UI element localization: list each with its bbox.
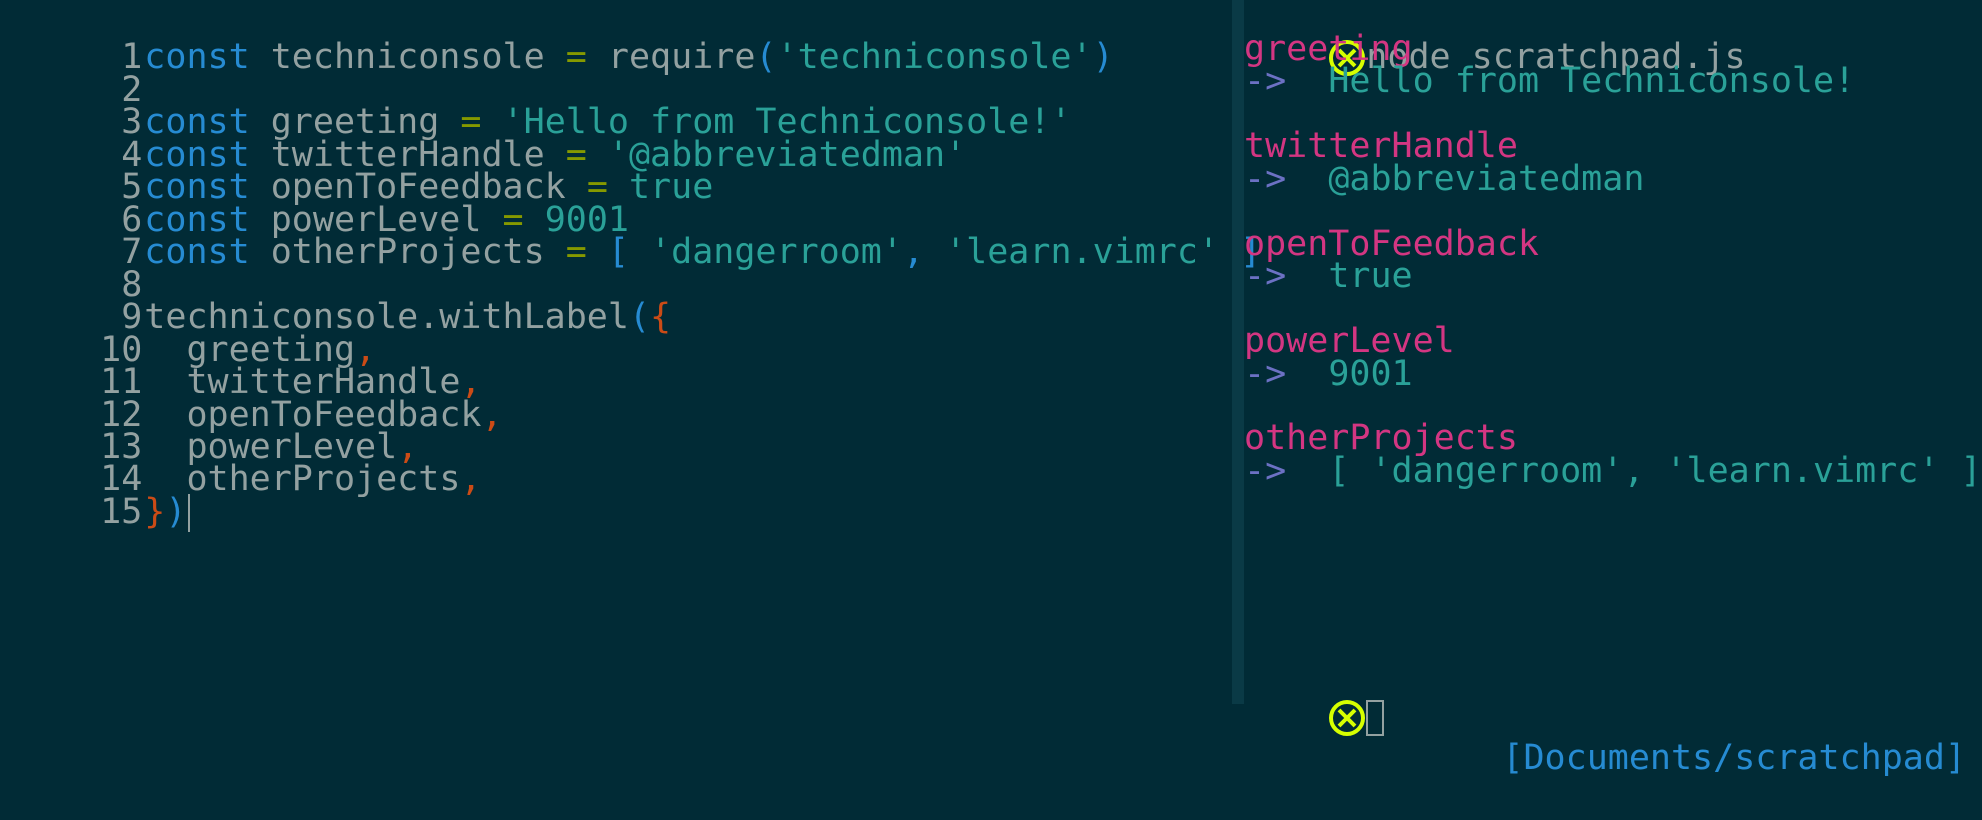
code-line[interactable]: 15}) xyxy=(0,451,191,532)
paren: ) xyxy=(1092,37,1114,77)
prompt-line[interactable]: [Documents/scratchpad] xyxy=(1244,656,1982,778)
pane-divider[interactable] xyxy=(1232,0,1244,704)
output-value-line: -> [ 'dangerroom', 'learn.vimrc' ] xyxy=(1244,451,1982,492)
object-key: otherProjects xyxy=(186,459,461,499)
arrow: -> xyxy=(1244,451,1287,491)
x-circle-icon xyxy=(1329,700,1366,736)
paren: ) xyxy=(165,492,187,532)
output-value: Hello from Techniconsole! xyxy=(1328,61,1856,101)
string-literal: 'learn.vimrc' xyxy=(945,232,1220,272)
terminal-pane[interactable]: node scratchpad.js greeting -> Hello fro… xyxy=(1244,0,1982,778)
paren: ( xyxy=(628,297,651,337)
code-line[interactable]: 1const techniconsole = require('technico… xyxy=(0,0,1113,77)
code-line[interactable]: 7const otherProjects = [ 'dangerroom', '… xyxy=(0,191,1261,272)
arrow: -> xyxy=(1244,256,1287,296)
arrow: -> xyxy=(1244,61,1287,101)
output-value: @abbreviatedman xyxy=(1328,159,1645,199)
brace: { xyxy=(650,297,672,337)
text-cursor xyxy=(188,494,191,532)
output-value: 9001 xyxy=(1328,354,1413,394)
arrow: -> xyxy=(1244,354,1287,394)
output-value: [ 'dangerroom', 'learn.vimrc' ] xyxy=(1328,451,1982,491)
output-value-line: -> 9001 xyxy=(1244,354,1413,395)
output-value-line: -> @abbreviatedman xyxy=(1244,159,1644,200)
output-value-line: -> true xyxy=(1244,256,1413,297)
string-literal: 'dangerroom' xyxy=(650,232,903,272)
brace: } xyxy=(144,492,166,532)
comma: , xyxy=(460,459,482,499)
line-number: 15 xyxy=(100,492,143,532)
current-directory: [Documents/scratchpad] xyxy=(1502,738,1966,778)
output-value: true xyxy=(1328,256,1413,296)
comma: , xyxy=(481,395,503,435)
arrow: -> xyxy=(1244,159,1287,199)
terminal-cursor[interactable] xyxy=(1366,700,1385,736)
output-value-line: -> Hello from Techniconsole! xyxy=(1244,61,1855,102)
comma: , xyxy=(902,232,925,272)
editor-pane[interactable]: 1const techniconsole = require('technico… xyxy=(0,0,1261,704)
